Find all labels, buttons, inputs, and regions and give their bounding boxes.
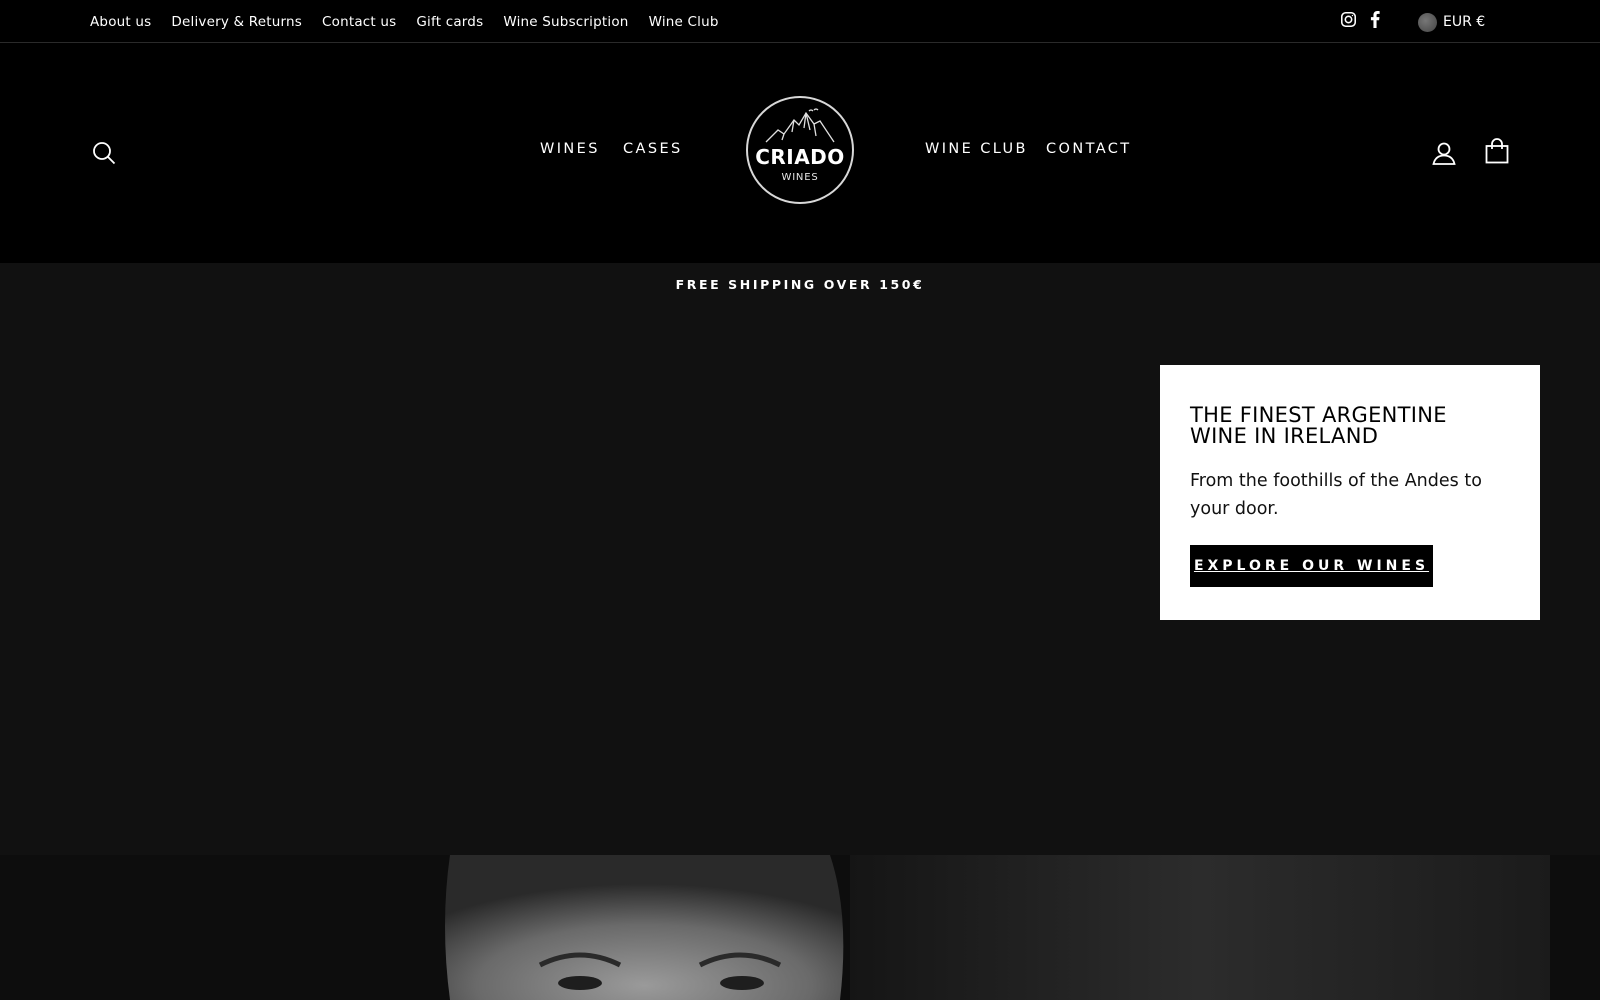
- logo-title: CRIADO: [755, 145, 845, 169]
- promo-card: THE FINEST ARGENTINE WINE IN IRELAND Fro…: [1160, 365, 1540, 620]
- currency-selector[interactable]: EUR €: [1418, 11, 1485, 33]
- announcement-text: FREE SHIPPING OVER 150€: [675, 276, 925, 292]
- utility-link-wine-subscription[interactable]: Wine Subscription: [503, 14, 628, 30]
- explore-wines-button[interactable]: EXPLORE OUR WINES: [1190, 545, 1433, 587]
- nav-wines[interactable]: WINES: [540, 141, 600, 157]
- cart-icon[interactable]: [1485, 138, 1509, 169]
- utility-link-gift-cards[interactable]: Gift cards: [416, 14, 483, 30]
- site-header: CRIADO WINES: [0, 43, 1600, 263]
- promo-text: From the foothills of the Andes to your …: [1190, 471, 1482, 519]
- utility-link-delivery-returns[interactable]: Delivery & Returns: [171, 14, 302, 30]
- utility-nav: About us Delivery & Returns Contact us G…: [90, 0, 719, 43]
- globe-icon: [1418, 12, 1437, 32]
- utility-link-about-us[interactable]: About us: [90, 14, 151, 30]
- search-icon[interactable]: [92, 141, 116, 170]
- account-icon[interactable]: [1432, 141, 1456, 170]
- portrait-image: [0, 855, 1600, 1000]
- nav-cases[interactable]: CASES: [623, 141, 683, 157]
- utility-bar: About us Delivery & Returns Contact us G…: [0, 0, 1600, 43]
- brand-logo[interactable]: CRIADO WINES: [746, 96, 854, 204]
- utility-link-wine-club[interactable]: Wine Club: [649, 14, 719, 30]
- promo-title: THE FINEST ARGENTINE WINE IN IRELAND: [1190, 403, 1447, 448]
- logo-subtitle: WINES: [781, 172, 819, 183]
- announcement-bar: FREE SHIPPING OVER 150€: [0, 263, 1600, 305]
- utility-link-contact-us[interactable]: Contact us: [322, 14, 396, 30]
- facebook-icon[interactable]: [1369, 11, 1381, 28]
- nav-wine-club[interactable]: WINE CLUB: [925, 141, 1028, 157]
- nav-contact[interactable]: CONTACT: [1046, 141, 1132, 157]
- currency-label: EUR €: [1443, 14, 1486, 30]
- featured-photo: [0, 855, 1600, 1000]
- instagram-icon[interactable]: [1340, 11, 1357, 28]
